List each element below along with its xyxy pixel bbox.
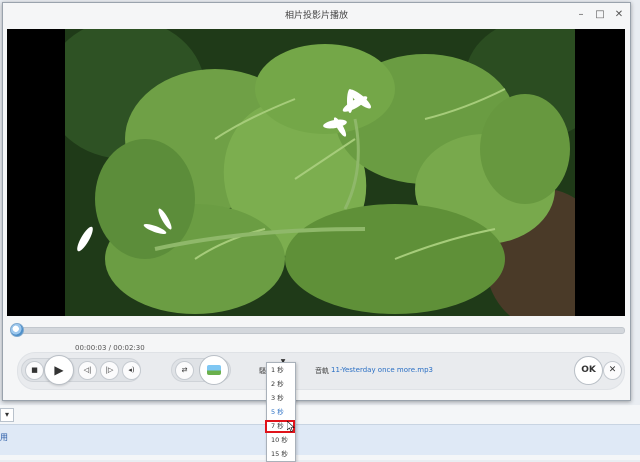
duration-option[interactable]: 2 秒	[267, 378, 295, 391]
title-bar: 相片投影片播放 – □ ✕	[3, 3, 630, 29]
duration-option[interactable]: 3 秒	[267, 392, 295, 405]
shuffle-icon[interactable]: ⇄	[175, 361, 194, 380]
minimize-icon[interactable]: –	[576, 10, 586, 20]
duration-option[interactable]: 1 秒	[267, 364, 295, 377]
background-strip-label: 用	[0, 433, 8, 442]
close-icon[interactable]: ✕	[614, 10, 624, 20]
background-strip	[0, 424, 640, 455]
effect-label: 騷	[259, 367, 266, 375]
maximize-icon[interactable]: □	[595, 10, 605, 20]
duration-option[interactable]: 15 秒	[267, 448, 295, 461]
music-file-link[interactable]: 11-Yesterday once more.mp3	[331, 366, 433, 374]
duration-dropdown: 1 秒 2 秒 3 秒 5 秒 7 秒 10 秒 15 秒	[265, 362, 296, 462]
previous-icon[interactable]: ◁|	[78, 361, 97, 380]
duration-option[interactable]: 10 秒	[267, 434, 295, 447]
hosta-plant-image	[65, 29, 575, 316]
close-dialog-icon[interactable]: ✕	[603, 361, 622, 380]
speaker-icon[interactable]: ◂)	[122, 361, 141, 380]
next-icon[interactable]: |▷	[100, 361, 119, 380]
play-icon[interactable]: ▶	[44, 355, 74, 385]
duration-option-selected[interactable]: 5 秒	[267, 406, 295, 419]
ok-button[interactable]: OK	[574, 356, 603, 385]
slideshow-window: 相片投影片播放 – □ ✕ 00:00:03 / 00:02:30 ■ ▶ ◁|…	[2, 2, 631, 401]
preview-photo	[65, 29, 575, 316]
slideshow-preview	[7, 29, 625, 316]
music-label: 音軌	[315, 367, 329, 375]
time-display: 00:00:03 / 00:02:30	[75, 344, 145, 352]
music-thumbnail-button[interactable]	[199, 355, 229, 385]
background-dropdown-button[interactable]: ▾	[0, 408, 14, 422]
window-title: 相片投影片播放	[284, 11, 348, 21]
stop-icon[interactable]: ■	[25, 361, 44, 380]
progress-knob[interactable]	[10, 323, 24, 337]
music-thumbnail-icon	[207, 365, 221, 375]
progress-bar[interactable]	[17, 327, 625, 334]
window-controls: – □ ✕	[576, 10, 624, 20]
mouse-cursor-icon	[287, 421, 295, 432]
